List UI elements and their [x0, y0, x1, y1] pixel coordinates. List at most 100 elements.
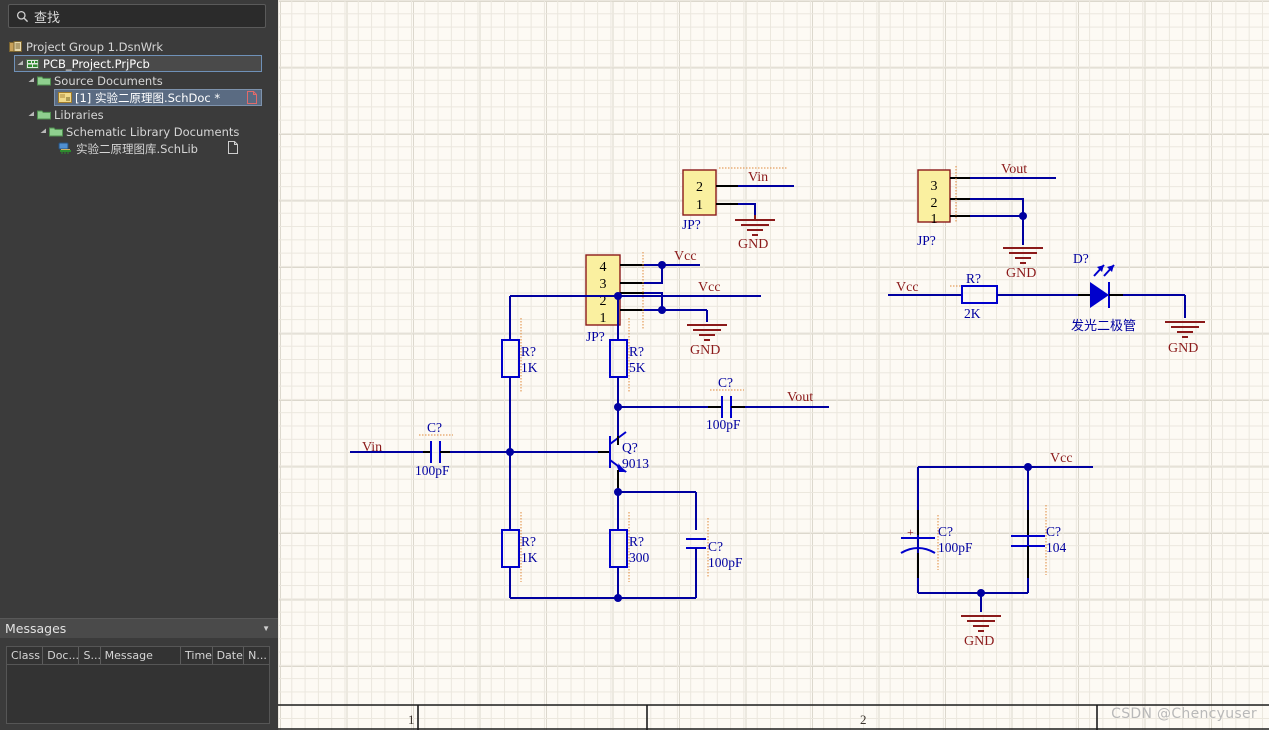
designator-jp-vcc: JP? — [586, 329, 605, 344]
svg-text:4: 4 — [600, 260, 607, 275]
capacitor-emitter: C? 100pF — [686, 518, 743, 578]
net-label-vin: Vin — [748, 170, 768, 185]
svg-text:R?: R? — [521, 344, 536, 359]
tree-item-schdoc[interactable]: [1] 实验二原理图.SchDoc * — [54, 89, 262, 106]
svg-text:C?: C? — [1046, 524, 1061, 539]
svg-text:+: + — [907, 525, 914, 539]
net-label-gnd: GND — [1006, 266, 1036, 281]
sheet-zone-2: 2 — [860, 712, 867, 727]
net-label-gnd: GND — [1168, 341, 1198, 356]
tree-item-label: Libraries — [54, 107, 104, 122]
led-branch: Vcc R? 2K D? 发光二极管 GND — [888, 251, 1205, 356]
messages-table: Class Doc... S... Message Time Date N... — [6, 646, 270, 724]
tree-item-project-group[interactable]: Project Group 1.DsnWrk — [0, 38, 278, 55]
messages-title: Messages — [5, 621, 67, 636]
svg-text:R?: R? — [629, 344, 644, 359]
capacitor-vin: C? 100pF — [415, 420, 453, 478]
resistor-1k-lower: R? 1K — [501, 512, 538, 582]
tree-item-label: PCB_Project.PrjPcb — [43, 56, 150, 71]
projects-panel: 查找 Project Group 1.DsnWrk PCB_Project.Pr… — [0, 0, 278, 730]
capacitor-104: C? 104 — [1011, 505, 1067, 578]
tree-item-libraries[interactable]: Libraries — [0, 106, 278, 123]
svg-text:C?: C? — [427, 420, 442, 435]
gnd-symbol: GND — [1003, 247, 1043, 281]
pcb-project-icon — [25, 56, 40, 72]
svg-text:R?: R? — [521, 534, 536, 549]
resistor-2k: R? 2K — [961, 271, 998, 321]
net-label-vin: Vin — [362, 440, 382, 455]
svg-text:9013: 9013 — [622, 456, 649, 471]
svg-text:C?: C? — [708, 539, 723, 554]
messages-column-headers: Class Doc... S... Message Time Date N... — [7, 647, 269, 665]
svg-text:100pF: 100pF — [706, 417, 741, 432]
tree-item-label: Source Documents — [54, 73, 163, 88]
tree-item-label: 实验二原理图库.SchLib — [76, 141, 198, 156]
chevron-down-icon[interactable]: ▼ — [262, 624, 270, 633]
transistor-q9013: Q? 9013 — [609, 431, 649, 492]
column-header-doc[interactable]: Doc... — [43, 647, 80, 664]
schlib-icon — [58, 141, 73, 157]
expand-arrow-icon[interactable] — [38, 124, 48, 140]
sheet-zone-1: 1 — [408, 712, 415, 727]
document-icon — [228, 141, 238, 157]
capacitor-vout: C? 100pF — [706, 375, 744, 432]
folder-icon — [36, 73, 51, 89]
tree-item-label: Schematic Library Documents — [66, 124, 240, 139]
svg-text:1: 1 — [931, 212, 938, 227]
search-input[interactable]: 查找 — [8, 4, 266, 28]
svg-text:2: 2 — [931, 196, 938, 211]
tree-item-schematic-library-documents[interactable]: Schematic Library Documents — [0, 123, 278, 140]
net-label-vcc: Vcc — [1050, 451, 1073, 466]
schdoc-icon — [57, 90, 72, 106]
project-tree[interactable]: Project Group 1.DsnWrk PCB_Project.PrjPc… — [0, 38, 278, 157]
tree-item-pcb-project[interactable]: PCB_Project.PrjPcb — [14, 55, 262, 72]
net-label-vcc: Vcc — [896, 280, 919, 295]
gnd-symbol: GND — [961, 615, 1001, 649]
column-header-time[interactable]: Time — [181, 647, 213, 664]
svg-text:C?: C? — [938, 524, 953, 539]
designator-jp-vout: JP? — [917, 233, 936, 248]
column-header-no[interactable]: N... — [244, 647, 269, 664]
svg-text:R?: R? — [629, 534, 644, 549]
svg-text:3: 3 — [600, 277, 607, 292]
connector-jp-vout: 3 2 1 Vout JP? GND — [917, 162, 1056, 281]
connector-jp-vin: 2 1 Vin JP? GND — [682, 167, 794, 252]
folder-icon — [36, 107, 51, 123]
column-header-date[interactable]: Date — [213, 647, 245, 664]
svg-text:5K: 5K — [629, 360, 646, 375]
svg-text:2: 2 — [696, 180, 703, 195]
search-icon — [14, 8, 30, 24]
svg-text:R?: R? — [966, 271, 981, 286]
column-header-source[interactable]: S... — [79, 647, 101, 664]
svg-text:C?: C? — [718, 375, 733, 390]
connector-jp-vcc: 4 3 2 1 Vcc JP? GND — [585, 249, 727, 358]
schematic-editor-canvas[interactable]: .w{stroke:#0000a0;stroke-width:2;fill:no… — [278, 0, 1269, 730]
svg-text:D?: D? — [1073, 251, 1089, 266]
tree-item-source-documents[interactable]: Source Documents — [0, 72, 278, 89]
schematic-drawing: .w{stroke:#0000a0;stroke-width:2;fill:no… — [278, 162, 1269, 730]
column-header-message[interactable]: Message — [101, 647, 182, 664]
net-label-vout: Vout — [787, 390, 813, 405]
project-group-icon — [8, 39, 23, 55]
net-label-vcc: Vcc — [674, 249, 697, 264]
net-label-gnd: GND — [964, 634, 994, 649]
led-d1: D? 发光二极管 — [1071, 251, 1136, 334]
net-label-gnd: GND — [738, 237, 768, 252]
svg-text:1: 1 — [696, 198, 703, 213]
svg-text:1: 1 — [600, 311, 607, 326]
designator-jp-vin: JP? — [682, 217, 701, 232]
net-label-vcc: Vcc — [698, 280, 721, 295]
messages-panel-header[interactable]: Messages ▼ — [0, 618, 278, 638]
expand-arrow-icon[interactable] — [26, 107, 36, 123]
svg-text:1K: 1K — [521, 360, 538, 375]
svg-text:2K: 2K — [964, 306, 981, 321]
folder-icon — [48, 124, 63, 140]
net-label-gnd: GND — [690, 343, 720, 358]
svg-text:100pF: 100pF — [708, 555, 743, 570]
gnd-symbol: GND — [1165, 321, 1205, 356]
svg-text:100pF: 100pF — [938, 540, 973, 555]
expand-arrow-icon[interactable] — [15, 56, 25, 72]
expand-arrow-icon[interactable] — [26, 73, 36, 89]
svg-text:发光二极管: 发光二极管 — [1071, 318, 1136, 334]
column-header-class[interactable]: Class — [7, 647, 44, 664]
